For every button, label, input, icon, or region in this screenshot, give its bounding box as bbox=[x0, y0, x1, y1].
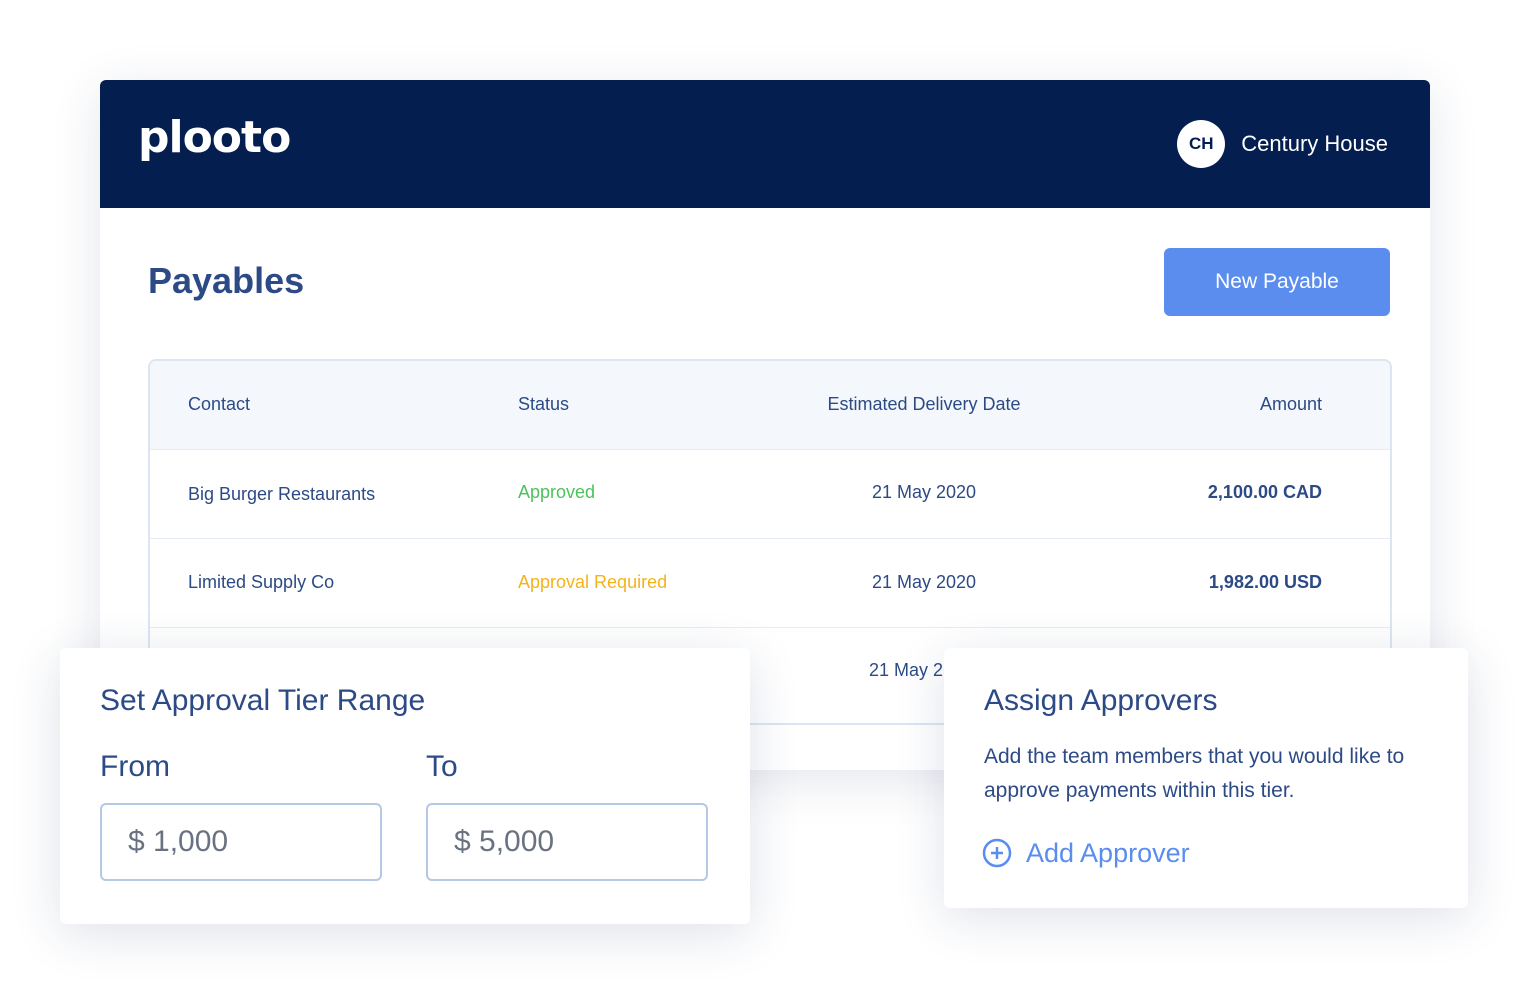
row-contact: Big Burger Restaurants bbox=[188, 484, 376, 504]
add-approver-label: Add Approver bbox=[1026, 837, 1190, 868]
row-amount: 2,100.00 CAD bbox=[1207, 482, 1322, 502]
row-status: Approval Required bbox=[518, 572, 668, 592]
approvers-card-title: Assign Approvers bbox=[984, 684, 1218, 717]
avatar[interactable]: CH bbox=[1177, 120, 1226, 168]
new-payable-button[interactable]: New Payable bbox=[1164, 248, 1390, 316]
to-label: To bbox=[426, 750, 458, 783]
top-navbar: plooto CH Century House bbox=[100, 80, 1430, 208]
from-amount-input[interactable]: $ 1,000 bbox=[100, 803, 382, 881]
row-amount: 1,982.00 USD bbox=[1208, 572, 1322, 592]
tier-card-title: Set Approval Tier Range bbox=[100, 684, 426, 717]
row-date: 21 May 2020 bbox=[871, 482, 977, 502]
plooto-logo[interactable]: plooto bbox=[138, 112, 291, 163]
account-menu[interactable]: CH Century House bbox=[1177, 120, 1388, 168]
table-row[interactable]: Big Burger Restaurants Approved 21 May 2… bbox=[150, 449, 1390, 539]
column-header-date[interactable]: Estimated Delivery Date bbox=[810, 394, 1038, 415]
account-name[interactable]: Century House bbox=[1241, 131, 1388, 157]
column-header-amount[interactable]: Amount bbox=[1260, 394, 1322, 415]
add-approver-link[interactable]: Add Approver bbox=[982, 836, 1190, 870]
to-amount-input[interactable]: $ 5,000 bbox=[426, 803, 708, 881]
column-header-contact[interactable]: Contact bbox=[188, 394, 250, 415]
page-title: Payables bbox=[148, 260, 305, 301]
add-circle-icon bbox=[982, 838, 1012, 868]
assign-approvers-card: Assign Approvers Add the team members th… bbox=[944, 648, 1468, 908]
table-header: Contact Status Estimated Delivery Date A… bbox=[150, 361, 1390, 449]
table-row[interactable]: Limited Supply Co Approval Required 21 M… bbox=[150, 538, 1390, 628]
row-status: Approved bbox=[518, 482, 596, 502]
approvers-description: Add the team members that you would like… bbox=[984, 745, 1405, 802]
row-date: 21 May 2 bbox=[869, 660, 944, 680]
row-date: 21 May 2020 bbox=[871, 572, 977, 592]
from-label: From bbox=[100, 750, 170, 783]
column-header-status[interactable]: Status bbox=[518, 394, 569, 415]
approval-tier-card: Set Approval Tier Range From To $ 1,000 … bbox=[60, 648, 750, 924]
row-contact: Limited Supply Co bbox=[188, 572, 335, 592]
